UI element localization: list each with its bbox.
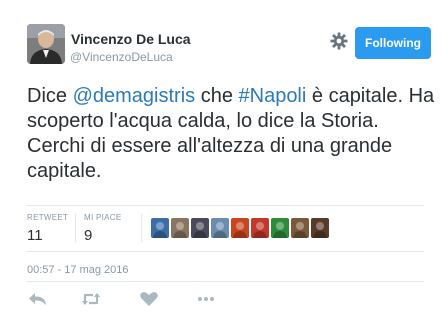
user-avatar-icon [27, 24, 65, 64]
retweet-icon[interactable] [80, 289, 102, 309]
user-handle[interactable]: @VincenzoDeLuca [70, 50, 173, 64]
liker-avatar-1[interactable] [151, 218, 169, 238]
divider [141, 214, 142, 242]
retweet-label: RETWEET [27, 213, 69, 222]
divider [75, 214, 76, 242]
likes-stat[interactable]: MI PIACE 9 [84, 213, 122, 244]
retweet-stat[interactable]: RETWEET 11 [27, 213, 68, 244]
mention-link[interactable]: @demagistris [73, 85, 196, 107]
avatar[interactable] [27, 24, 65, 64]
likes-count[interactable]: 9 [84, 227, 122, 244]
divider [27, 251, 424, 252]
likes-label: MI PIACE [84, 213, 122, 222]
tweet-text: Dice @demagistris che #Napoli è capitale… [27, 84, 437, 184]
like-icon[interactable] [138, 289, 160, 309]
liker-avatar-3[interactable] [191, 218, 209, 238]
divider [27, 205, 424, 206]
hashtag-link[interactable]: #Napoli [239, 85, 307, 107]
retweet-count[interactable]: 11 [27, 227, 68, 244]
following-button[interactable]: Following [355, 27, 431, 59]
liker-avatar-8[interactable] [291, 218, 309, 238]
tweet-text-segment: Dice [27, 85, 73, 107]
divider [27, 281, 424, 282]
user-name[interactable]: Vincenzo De Luca [71, 31, 191, 47]
liker-avatar-7[interactable] [271, 218, 289, 238]
liker-avatar-6[interactable] [251, 218, 269, 238]
more-icon[interactable] [195, 289, 217, 309]
gear-icon[interactable] [329, 31, 349, 51]
liker-avatar-9[interactable] [311, 218, 329, 238]
tweet-card: Vincenzo De Luca @VincenzoDeLuca Followi… [0, 0, 448, 336]
reply-icon[interactable] [27, 289, 49, 309]
tweet-text-segment: che [195, 85, 239, 107]
liker-avatar-4[interactable] [211, 218, 229, 238]
liker-avatar-5[interactable] [231, 218, 249, 238]
liker-avatar-2[interactable] [171, 218, 189, 238]
timestamp[interactable]: 00:57 - 17 mag 2016 [27, 264, 129, 276]
